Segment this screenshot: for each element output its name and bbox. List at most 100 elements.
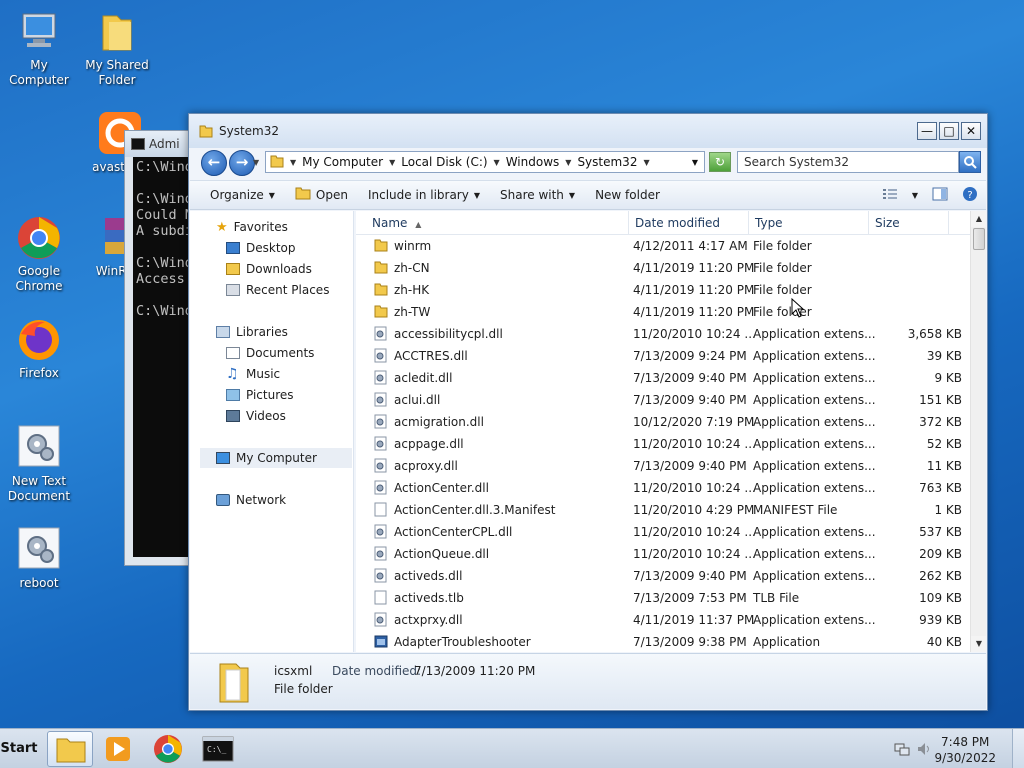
file-row[interactable]: ActionCenter.dll.3.Manifest 11/20/2010 4:… [356, 499, 970, 521]
taskbar-chrome[interactable] [145, 731, 191, 767]
file-type: Application extens... [753, 481, 876, 495]
chevron-down-icon[interactable]: ▼ [290, 158, 296, 167]
search-button[interactable] [959, 151, 981, 173]
nav-libraries[interactable]: Libraries [216, 322, 288, 342]
nav-downloads[interactable]: Downloads [226, 259, 312, 279]
breadcrumb-item[interactable]: Local Disk (C:) [401, 155, 487, 169]
share-with-button[interactable]: Share with ▼ [490, 181, 585, 209]
help-icon[interactable]: ? [962, 186, 978, 205]
breadcrumb-item[interactable]: Windows [506, 155, 560, 169]
breadcrumb-item[interactable]: System32 [577, 155, 637, 169]
file-row[interactable]: activeds.dll 7/13/2009 9:40 PM Application… [356, 565, 970, 587]
organize-button[interactable]: Organize ▼ [190, 181, 285, 209]
chevron-down-icon[interactable]: ▼ [389, 158, 395, 167]
minimize-button[interactable]: — [917, 122, 937, 140]
file-row[interactable]: ActionQueue.dll 11/20/2010 10:24 ... Appli… [356, 543, 970, 565]
file-size: 763 KB [919, 481, 962, 495]
nav-pictures[interactable]: Pictures [226, 385, 294, 405]
command-bar: Organize ▼ Open Include in library ▼ Sha… [190, 180, 986, 210]
file-row[interactable]: activeds.tlb 7/13/2009 7:53 PM TLB File 109… [356, 587, 970, 609]
nav-videos[interactable]: Videos [226, 406, 286, 426]
nav-favorites[interactable]: ★ Favorites [216, 217, 288, 237]
nav-label: Downloads [246, 262, 312, 276]
file-row[interactable]: ActionCenter.dll 11/20/2010 10:24 ... Appl… [356, 477, 970, 499]
clock[interactable]: 7:48 PM 9/30/2022 [934, 734, 996, 766]
chevron-down-icon[interactable]: ▼ [565, 158, 571, 167]
nav-music[interactable]: ♫ Music [226, 364, 280, 384]
show-desktop-button[interactable] [1012, 729, 1024, 768]
file-list[interactable]: Name ▲ Date modified Type Size winrm 4/12… [356, 211, 986, 652]
preview-pane-icon[interactable] [932, 187, 948, 204]
file-row[interactable]: acproxy.dll 7/13/2009 9:40 PM Application … [356, 455, 970, 477]
file-row[interactable]: aclui.dll 7/13/2009 9:40 PM Application ex… [356, 389, 970, 411]
nav-desktop[interactable]: Desktop [226, 238, 296, 258]
address-bar[interactable]: ▼ My Computer ▼ Local Disk (C:) ▼ Window… [265, 151, 705, 173]
file-type: Application extens... [753, 613, 876, 627]
desktop-icon-firefox[interactable]: Firefox [0, 316, 78, 381]
scroll-down-button[interactable]: ▼ [971, 636, 986, 652]
taskbar-explorer[interactable] [47, 731, 93, 767]
column-header-size[interactable]: Size [869, 211, 949, 235]
open-button[interactable]: Open [285, 181, 358, 209]
file-row[interactable]: acppage.dll 11/20/2010 10:24 ... Applicati… [356, 433, 970, 455]
desktop-icon-chrome[interactable]: Google Chrome [0, 214, 78, 294]
file-row[interactable]: winrm 4/12/2011 4:17 AM File folder [356, 235, 970, 257]
file-row[interactable]: accessibilitycpl.dll 11/20/2010 10:24 ...… [356, 323, 970, 345]
nav-documents[interactable]: Documents [226, 343, 314, 363]
desktop-icon-shared-folder[interactable]: My Shared Folder [78, 8, 156, 88]
taskbar-media-player[interactable] [95, 731, 141, 767]
chevron-down-icon[interactable]: ▼ [494, 158, 500, 167]
address-history-dropdown[interactable]: ▼ [692, 158, 698, 167]
search-input[interactable]: Search System32 [737, 151, 959, 173]
column-header-date[interactable]: Date modified [629, 211, 749, 235]
file-date: 7/13/2009 9:40 PM [633, 459, 747, 473]
file-row[interactable]: actxprxy.dll 4/11/2019 11:37 PM Applicatio… [356, 609, 970, 631]
computer-icon [15, 8, 63, 56]
view-options-icon[interactable] [882, 187, 898, 204]
desktop-icon-reboot[interactable]: reboot [0, 526, 78, 591]
refresh-button[interactable]: ↻ [709, 152, 731, 172]
explorer-titlebar[interactable]: System32 — □ ✕ [189, 114, 987, 148]
scroll-thumb[interactable] [973, 228, 985, 250]
nav-recent-places[interactable]: Recent Places [226, 280, 329, 300]
back-button[interactable]: ← [201, 150, 227, 176]
file-type: Application extens... [753, 547, 876, 561]
chevron-down-icon[interactable]: ▼ [643, 158, 649, 167]
taskbar-cmd[interactable]: C:\_ [195, 731, 241, 767]
network-icon[interactable] [894, 741, 910, 760]
folder-icon [374, 282, 388, 297]
nav-network[interactable]: Network [216, 490, 286, 510]
maximize-button[interactable]: □ [939, 122, 959, 140]
file-row[interactable]: zh-HK 4/11/2019 11:20 PM File folder [356, 279, 970, 301]
file-row[interactable]: zh-TW 4/11/2019 11:20 PM File folder [356, 301, 970, 323]
file-row[interactable]: acledit.dll 7/13/2009 9:40 PM Application … [356, 367, 970, 389]
application-icon [374, 634, 388, 649]
folder-icon [93, 8, 141, 56]
include-in-library-button[interactable]: Include in library ▼ [358, 181, 490, 209]
file-date: 4/11/2019 11:20 PM [633, 283, 755, 297]
vertical-scrollbar[interactable]: ▲ ▼ [970, 211, 986, 652]
file-row[interactable]: zh-CN 4/11/2019 11:20 PM File folder [356, 257, 970, 279]
breadcrumb-item[interactable]: My Computer [302, 155, 383, 169]
file-name: acppage.dll [394, 437, 464, 451]
desktop-icon-my-computer[interactable]: My Computer [0, 8, 78, 88]
file-row[interactable]: AdapterTroubleshooter 7/13/2009 9:38 PM Ap… [356, 631, 970, 652]
column-header-name[interactable]: Name ▲ [356, 211, 629, 235]
file-row[interactable]: ACCTRES.dll 7/13/2009 9:24 PM Application … [356, 345, 970, 367]
chevron-down-icon[interactable]: ▼ [912, 191, 918, 200]
nav-my-computer[interactable]: My Computer [200, 448, 352, 468]
column-header-type[interactable]: Type [749, 211, 869, 235]
recent-pages-dropdown[interactable]: ▼ [253, 158, 259, 167]
explorer-window[interactable]: System32 — □ ✕ ← → ▼ ▼ My Computer ▼ Loc… [188, 113, 988, 711]
forward-button[interactable]: → [229, 150, 255, 176]
file-row[interactable]: ActionCenterCPL.dll 11/20/2010 10:24 ... A… [356, 521, 970, 543]
close-button[interactable]: ✕ [961, 122, 981, 140]
chrome-icon [154, 735, 182, 763]
file-row[interactable]: acmigration.dll 10/12/2020 7:19 PM Applica… [356, 411, 970, 433]
scroll-up-button[interactable]: ▲ [971, 211, 986, 227]
desktop-icon-new-text-document[interactable]: New Text Document [0, 424, 78, 504]
file-date: 10/12/2020 7:19 PM [633, 415, 755, 429]
new-folder-button[interactable]: New folder [585, 181, 670, 209]
start-button[interactable]: Start [0, 733, 38, 765]
volume-icon[interactable] [916, 741, 932, 760]
